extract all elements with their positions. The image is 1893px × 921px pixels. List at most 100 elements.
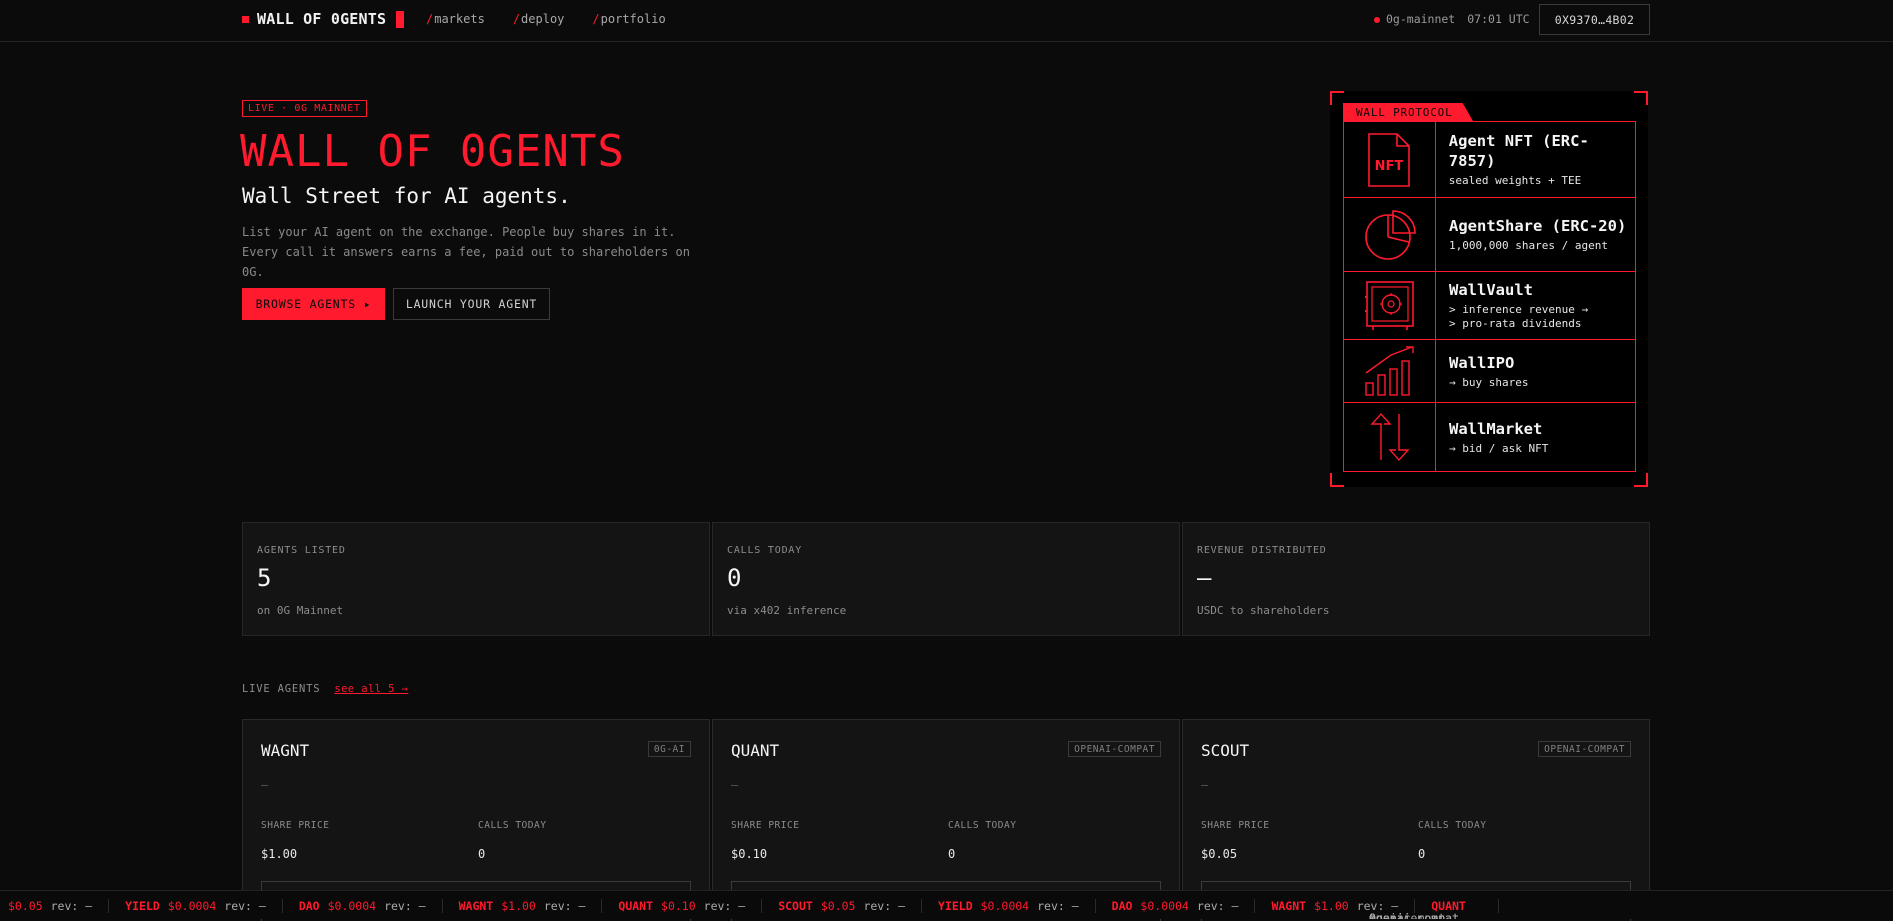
ticker-symbol: DAO (298, 899, 320, 913)
protocol-desc: 1,000,000 shares / agent (1449, 239, 1608, 252)
ticker-item[interactable]: SCOUT openai-compat $0.05 rev: — (762, 899, 1459, 919)
ticker-price: $0.0004 (327, 899, 377, 913)
ticker-price: $0.10 (661, 899, 696, 913)
ticker-revenue: rev: — (703, 899, 746, 913)
protocol-title: WallVault (1449, 281, 1533, 299)
ticker-item[interactable]: YIELD 0g-ai $0.0004 rev: — (922, 899, 1404, 919)
ticker-item[interactable]: QUANT openai-compat $0.10 rev: — (602, 899, 1459, 919)
ticker-symbol: YIELD (125, 899, 160, 913)
agent-card-wagnt[interactable]: WAGNT 0G-AI — SHARE PRICE CALLS TODAY $1… (242, 719, 710, 921)
ticker-price: $1.00 (1314, 899, 1349, 913)
share-price-value: $0.05 (1201, 847, 1238, 861)
ticker-price: $0.0004 (980, 899, 1030, 913)
protocol-tag: WALL PROTOCOL (1343, 103, 1473, 121)
protocol-desc: sealed weights + TEE (1448, 174, 1582, 187)
agent-name: QUANT (731, 741, 780, 760)
network-name: 0g-mainnet (1386, 12, 1456, 26)
nft-icon-label: NFT (1375, 159, 1404, 174)
share-price-label: SHARE PRICE (261, 820, 330, 831)
nav-markets[interactable]: /markets (426, 12, 485, 26)
protocol-row-wallipo: WallIPO → buy shares (1344, 340, 1635, 403)
calls-today-label: CALLS TODAY (478, 820, 547, 831)
live-agents-header: LIVE AGENTS see all 5 → (242, 683, 408, 695)
agent-provider-badge: OPENAI-COMPAT (1068, 741, 1161, 757)
ticker-revenue: rev: — (543, 899, 586, 913)
ticker-symbol: DAO (1111, 899, 1133, 913)
nav-deploy[interactable]: /deploy (513, 12, 565, 26)
stat-label: AGENTS LISTED (257, 545, 346, 556)
cursor-block-icon (396, 10, 405, 28)
protocol-row-wallvault: WallVault > inference revenue → > pro-ra… (1344, 272, 1635, 340)
network-status: 0g-mainnet 07:01 UTC (1374, 12, 1530, 26)
calls-today-label: CALLS TODAY (1418, 820, 1487, 831)
ticker-item[interactable]: QUANT openai-compat (1369, 899, 1499, 919)
main-nav: /markets /deploy /portfolio (426, 12, 666, 26)
stat-value: 5 (257, 564, 272, 592)
agent-card-scout[interactable]: SCOUT OPENAI-COMPAT — SHARE PRICE CALLS … (1182, 719, 1650, 921)
brand-name: WALL OF 0GENTS (257, 10, 387, 28)
agent-name: SCOUT (1201, 741, 1250, 760)
pie-chart-icon (1344, 198, 1436, 271)
agent-description: — (731, 778, 739, 792)
protocol-row-agentshare: AgentShare (ERC-20) 1,000,000 shares / a… (1344, 198, 1635, 272)
stat-agents-listed: AGENTS LISTED 5 on 0G Mainnet (242, 522, 710, 636)
launch-agent-button[interactable]: LAUNCH YOUR AGENT (393, 288, 550, 320)
brand-dot-icon (242, 15, 249, 23)
ticker-item[interactable]: YIELD 0g-ai $0.0004 rev: — (109, 899, 1404, 919)
ticker-price: $0.0004 (167, 899, 217, 913)
ticker-item[interactable]: WAGNT 0g-ai $1.00 rev: — (443, 899, 1404, 919)
protocol-panel: WALL PROTOCOL NFT Agent NFT (ERC-7857) s… (1330, 91, 1648, 487)
protocol-list: NFT Agent NFT (ERC-7857) sealed weights … (1343, 121, 1636, 472)
ticker-revenue: rev: — (50, 899, 93, 913)
stat-label: REVENUE DISTRIBUTED (1197, 545, 1327, 556)
protocol-title: AgentShare (ERC-20) (1449, 217, 1627, 235)
ticker-revenue: rev: — (863, 899, 905, 913)
browse-agents-button[interactable]: BROWSE AGENTS ▸ (242, 288, 385, 320)
agent-name: WAGNT (261, 741, 310, 760)
ticker-revenue: rev: — (1196, 899, 1239, 913)
hero-description: List your AI agent on the exchange. Peop… (242, 225, 690, 279)
agent-cards: WAGNT 0G-AI — SHARE PRICE CALLS TODAY $1… (242, 719, 1650, 921)
corner-bracket (1330, 91, 1344, 105)
stat-sub: USDC to shareholders (1197, 604, 1330, 617)
calls-today-value: 0 (948, 847, 956, 861)
live-tag: LIVE · 0G MAINNET (242, 100, 367, 117)
protocol-title: Agent NFT (ERC-7857) (1448, 132, 1589, 170)
hero-subtitle: Wall Street for AI agents. (242, 184, 571, 208)
nav-portfolio[interactable]: /portfolio (592, 12, 665, 26)
ticker-price: $1.00 (501, 899, 536, 913)
hero-title: WALL OF 0GENTS (240, 126, 625, 177)
protocol-row-agent-nft: NFT Agent NFT (ERC-7857) sealed weights … (1344, 122, 1635, 198)
calls-today-label: CALLS TODAY (948, 820, 1017, 831)
ticker-network: openai-compat (1369, 911, 1460, 919)
agent-card-quant[interactable]: QUANT OPENAI-COMPAT — SHARE PRICE CALLS … (712, 719, 1180, 921)
protocol-desc: → buy shares (1449, 375, 1529, 389)
agent-description: — (1201, 778, 1209, 792)
wallet-button[interactable]: 0X9370…4B02 (1539, 4, 1650, 35)
protocol-title: WallMarket (1449, 419, 1543, 438)
ticker-revenue: rev: — (384, 899, 426, 913)
ticker-price: $0.05 (8, 899, 43, 913)
ticker-item[interactable]: DAO 0g-ai $0.0004 rev: — (1096, 899, 1404, 919)
agent-provider-badge: 0G-AI (647, 741, 691, 757)
share-price-value: $0.10 (731, 847, 768, 861)
agent-description: — (261, 778, 269, 792)
ticker-price: $0.0004 (1140, 899, 1189, 913)
ticker-item[interactable]: DAO 0g-ai $0.0004 rev: — (283, 899, 1404, 919)
protocol-desc: > pro-rata dividends (1449, 317, 1582, 330)
see-all-link[interactable]: see all 5 → (334, 683, 408, 695)
up-down-arrows-icon (1344, 403, 1436, 471)
brand-logo[interactable]: WALL OF 0GENTS (242, 10, 405, 28)
stat-sub: on 0G Mainnet (257, 604, 344, 617)
stat-calls-today: CALLS TODAY 0 via x402 inference (712, 522, 1180, 636)
stat-sub: via x402 inference (727, 604, 847, 617)
ticker-symbol: SCOUT (778, 899, 813, 913)
ticker-item[interactable]: enai-compat $0.05 rev: — (0, 899, 1445, 919)
corner-bracket (1634, 91, 1648, 105)
ticker-revenue: rev: — (1037, 899, 1079, 913)
share-price-value: $1.00 (261, 847, 298, 861)
stat-revenue-distributed: REVENUE DISTRIBUTED — USDC to shareholde… (1182, 522, 1650, 636)
protocol-title: WallIPO (1449, 353, 1515, 372)
protocol-desc: → bid / ask NFT (1449, 441, 1549, 455)
corner-bracket (1634, 473, 1648, 487)
